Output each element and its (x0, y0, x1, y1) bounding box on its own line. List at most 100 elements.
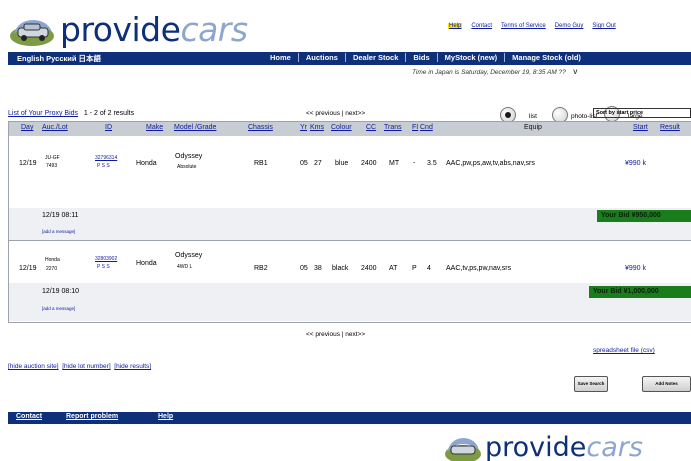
hide-results-link[interactable]: [hide results] (114, 363, 151, 370)
list-heading: List of Your Proxy Bids 1 - 2 of 2 resul… (8, 110, 134, 117)
proxy-bids-table: Day Auc./Lot ID Make Model /Grade Chassi… (8, 121, 691, 323)
footer-logo-wordmark: providecars (485, 432, 643, 461)
col-cc[interactable]: CC (366, 124, 376, 131)
nav-bids[interactable]: Bids (405, 53, 437, 62)
row-id-link[interactable]: 32796314 (95, 155, 117, 161)
nav-manage-stock-old[interactable]: Manage Stock (old) (504, 53, 588, 62)
row-kms: 27 (314, 160, 322, 167)
col-auc-lot[interactable]: Auc./Lot (42, 124, 68, 131)
hide-lot-number-link[interactable]: [hide lot number] (62, 363, 110, 370)
nav-mystock-new[interactable]: MyStock (new) (436, 53, 505, 62)
row-trans: AT (389, 265, 398, 272)
row-equip: AAC,pw,ps,aw,tv,abs,nav,srs (446, 160, 535, 167)
col-make[interactable]: Make (146, 124, 163, 131)
pager-top: << previous | next>> (306, 110, 366, 117)
nav-home[interactable]: Home (263, 53, 298, 62)
row-day: 12/19 (19, 265, 37, 272)
provide-cars-logo[interactable]: providecars (8, 10, 258, 50)
row-divider (9, 240, 691, 241)
sign-out-link[interactable]: Sign Out (592, 23, 615, 29)
row-lot: 2270 (46, 266, 58, 272)
col-result[interactable]: Result (660, 124, 680, 131)
row-start: ¥990 k (625, 160, 647, 167)
car-globe-icon (445, 438, 481, 461)
footer-help-link[interactable]: Help (158, 413, 173, 420)
row-trans: MT (389, 160, 400, 167)
row-fi: - (413, 160, 416, 167)
hide-auction-site-link[interactable]: [hide auction site] (8, 363, 59, 370)
japan-time-note: Time in Japan is Saturday, December 19, … (412, 69, 578, 76)
nav-auctions[interactable]: Auctions (297, 53, 345, 62)
col-fi[interactable]: FI (412, 124, 418, 131)
row-id-link[interactable]: 32803902 (95, 256, 117, 262)
row-equip: AAC,tv,ps,pw,nav,srs (446, 265, 512, 272)
next-link-bottom[interactable]: next>> (345, 331, 365, 338)
top-links: Help Contact Terms of Service Demo Guy Sign … (448, 23, 625, 29)
demo-guy-link[interactable]: Demo Guy (555, 23, 584, 29)
pager-bottom: << previous | next>> (306, 331, 366, 338)
row-chassis: RB1 (254, 160, 268, 167)
next-link-top[interactable]: next>> (345, 110, 365, 117)
col-chassis[interactable]: Chassis (248, 124, 273, 131)
car-globe-icon (10, 20, 54, 46)
row-grade: 4WD L (177, 264, 193, 270)
help-link[interactable]: Help (448, 23, 463, 29)
bid-subrow: 12/19 08:10 [add a message] Your Bid ¥1,… (9, 283, 691, 321)
row-make: Honda (136, 160, 157, 167)
logo-wordmark: providecars (60, 10, 248, 49)
toggle-links: [hide auction site] [hide lot number] [h… (8, 363, 151, 370)
row-colour: blue (335, 160, 349, 167)
footer-report-problem-link[interactable]: Report problem (66, 413, 118, 420)
row-id-sub[interactable]: P S S (97, 163, 110, 169)
previous-link-bottom[interactable]: << previous (306, 331, 340, 338)
row-kms: 38 (314, 265, 322, 272)
previous-link-top[interactable]: << previous (306, 110, 340, 117)
spreadsheet-file-link[interactable]: spreadsheet file (csv) (593, 347, 655, 354)
row-make: Honda (136, 260, 157, 267)
bid-subrow: 12/19 08:11 [add a message] Your Bid ¥95… (9, 208, 691, 240)
row-fi: P (412, 265, 417, 272)
footer-contact-link[interactable]: Contact (16, 413, 42, 420)
row-model: Odyssey (175, 153, 203, 160)
save-search-button[interactable]: Save Search (574, 376, 608, 392)
row-chassis: RB2 (254, 265, 268, 272)
sort-select[interactable]: Sort by start price (593, 108, 691, 118)
col-id[interactable]: ID (105, 124, 112, 131)
row-colour: black (332, 265, 349, 272)
footer-bar: Contact Report problem Help (8, 412, 691, 424)
row-auction: JU-GF (45, 155, 60, 161)
col-colour[interactable]: Colour (331, 124, 352, 131)
col-model-grade[interactable]: Model /Grade (174, 124, 216, 131)
col-equip: Equip (524, 124, 542, 131)
row-id-sub[interactable]: P S S (97, 264, 110, 270)
bid-time: 12/19 08:10 (42, 288, 79, 295)
contact-link[interactable]: Contact (471, 23, 492, 29)
language-selector[interactable]: English Русский 日本語 (17, 53, 101, 64)
row-day: 12/19 (19, 160, 37, 167)
col-day[interactable]: Day (21, 124, 33, 131)
add-message-link[interactable]: [add a message] (42, 229, 75, 234)
col-cnd[interactable]: Cnd (420, 124, 433, 131)
row-grade: Absolute (177, 164, 197, 170)
row-cnd: 3.5 (427, 160, 437, 167)
terms-link[interactable]: Terms of Service (501, 23, 546, 29)
col-trans[interactable]: Trans (384, 124, 402, 131)
bid-time: 12/19 08:11 (42, 212, 79, 219)
row-yr: 05 (300, 265, 308, 272)
table-header: Day Auc./Lot ID Make Model /Grade Chassi… (9, 122, 691, 136)
row-lot: 7493 (46, 163, 58, 169)
proxy-bids-title-link[interactable]: List of Your Proxy Bids (8, 110, 78, 117)
row-yr: 05 (300, 160, 308, 167)
add-notes-button[interactable]: Add Notes (642, 376, 691, 392)
col-yr[interactable]: Yr (300, 124, 307, 131)
result-count: 1 - 2 of 2 results (83, 110, 135, 117)
row-auction: Honda (45, 257, 60, 263)
row-cnd: 4 (427, 265, 431, 272)
row-cc: 2400 (361, 160, 377, 167)
your-bid-badge: Your Bid ¥950,000 (597, 210, 691, 222)
add-message-link[interactable]: [add a message] (42, 306, 75, 311)
your-bid-badge: Your Bid ¥1,000,000 (589, 286, 691, 298)
col-kms[interactable]: Kms (310, 124, 324, 131)
col-start[interactable]: Start (633, 124, 648, 131)
nav-dealer-stock[interactable]: Dealer Stock (344, 53, 406, 62)
